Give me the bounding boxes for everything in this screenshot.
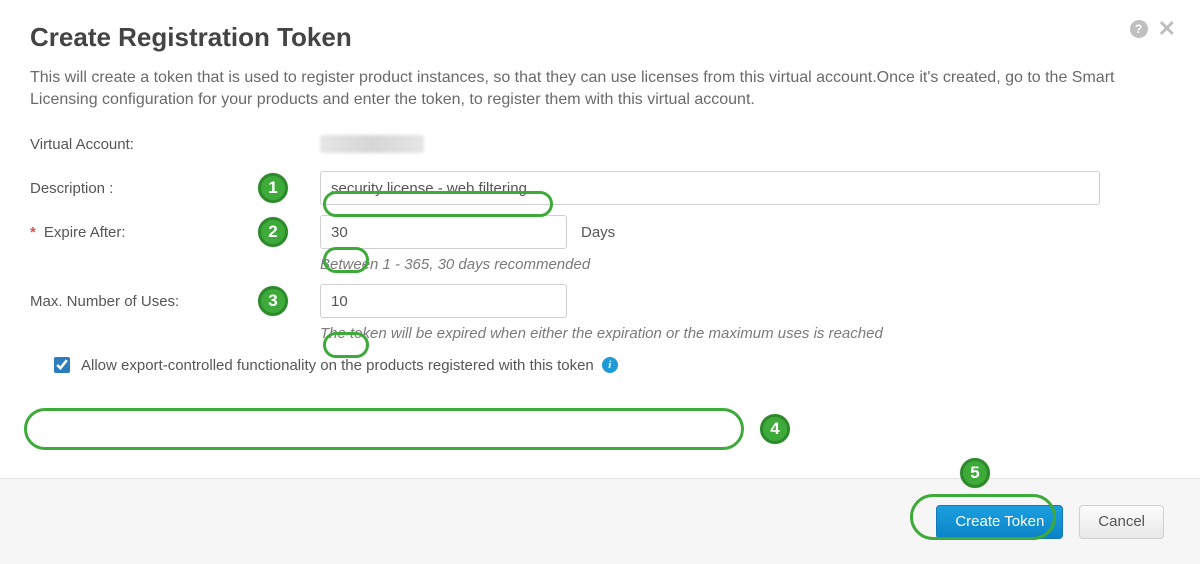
step-badge-3: 3 — [258, 286, 288, 316]
virtual-account-label: Virtual Account: — [30, 136, 134, 153]
step-badge-2: 2 — [258, 217, 288, 247]
step-badge-4: 4 — [760, 414, 790, 444]
expire-hint: Between 1 - 365, 30 days recommended — [320, 254, 1170, 279]
dialog-footer: Create Token Cancel — [0, 478, 1200, 564]
days-label: Days — [581, 224, 615, 241]
expire-after-input[interactable] — [320, 215, 567, 249]
create-token-button[interactable]: Create Token — [936, 505, 1063, 539]
row-expire-after: * Expire After: 2 Days — [30, 210, 1170, 254]
header-actions: ? ✕ — [1130, 18, 1176, 40]
step-badge-1: 1 — [258, 173, 288, 203]
max-uses-input[interactable] — [320, 284, 567, 318]
cancel-button[interactable]: Cancel — [1079, 505, 1164, 539]
virtual-account-value — [320, 135, 424, 153]
dialog-header: Create Registration Token ? ✕ — [0, 0, 1200, 59]
description-label: Description : — [30, 180, 113, 197]
form: Virtual Account: Description : 1 * Expir… — [0, 118, 1200, 382]
create-registration-token-dialog: Create Registration Token ? ✕ This will … — [0, 0, 1200, 564]
export-controlled-checkbox[interactable] — [54, 357, 70, 373]
info-icon[interactable]: i — [602, 357, 618, 373]
expire-after-label: Expire After: — [44, 224, 126, 241]
required-marker: * — [30, 224, 36, 241]
row-description: Description : 1 — [30, 166, 1170, 210]
intro-text: This will create a token that is used to… — [0, 59, 1200, 118]
row-max-uses: Max. Number of Uses: 3 — [30, 279, 1170, 323]
dialog-title: Create Registration Token — [30, 22, 1170, 53]
description-input[interactable] — [320, 171, 1100, 205]
highlight-export-checkbox — [24, 408, 744, 450]
max-uses-label: Max. Number of Uses: — [30, 293, 179, 310]
row-export-controlled: Allow export-controlled functionality on… — [30, 348, 1170, 382]
export-controlled-label: Allow export-controlled functionality on… — [81, 357, 594, 374]
help-icon[interactable]: ? — [1130, 20, 1148, 38]
row-virtual-account: Virtual Account: — [30, 122, 1170, 166]
step-badge-5: 5 — [960, 458, 990, 488]
close-icon[interactable]: ✕ — [1158, 18, 1176, 40]
max-uses-hint: The token will be expired when either th… — [320, 323, 1170, 348]
